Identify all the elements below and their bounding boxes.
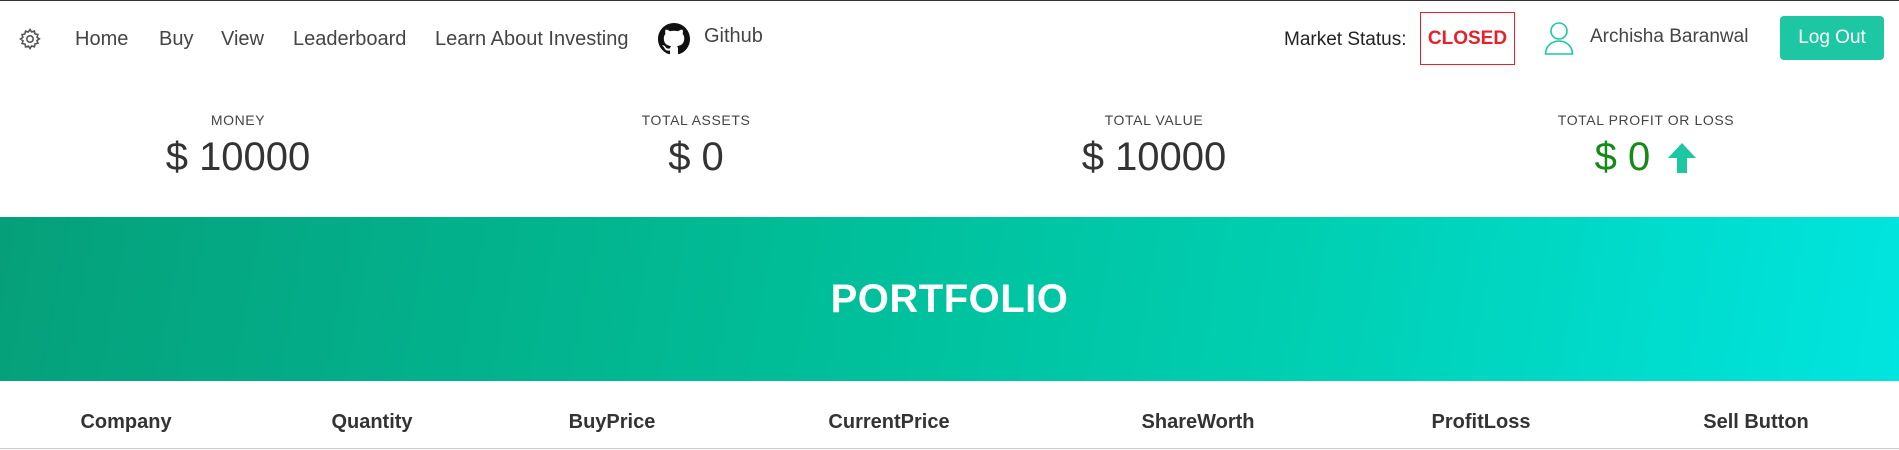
column-header-share-worth: ShareWorth (1141, 411, 1255, 433)
nav-link-home[interactable]: Home (75, 27, 128, 51)
column-header-sell-button: Sell Button (1703, 411, 1809, 433)
market-status-label: Market Status: (1284, 29, 1407, 50)
nav-link-github[interactable]: Github (704, 24, 763, 48)
stat-total-assets: TOTAL ASSETS $ 0 (566, 111, 826, 181)
user-name: Archisha Baranwal (1590, 26, 1749, 47)
arrow-up-icon (1667, 137, 1697, 185)
nav-link-leaderboard[interactable]: Leaderboard (293, 27, 406, 51)
stat-total-value: TOTAL VALUE $ 10000 (1024, 111, 1284, 181)
gear-icon[interactable] (18, 27, 42, 51)
portfolio-banner: PORTFOLIO (0, 217, 1899, 381)
nav-link-view[interactable]: View (221, 27, 264, 51)
user-icon (1544, 21, 1574, 55)
navbar: Home Buy View Leaderboard Learn About In… (0, 1, 1899, 77)
stat-value: $ 10000 (165, 135, 311, 179)
column-header-current-price: CurrentPrice (828, 411, 950, 433)
stat-value: $ 10000 (1081, 135, 1227, 179)
stat-label: TOTAL PROFIT OR LOSS (1557, 112, 1735, 128)
portfolio-table-header: Company Quantity BuyPrice CurrentPrice S… (0, 381, 1899, 449)
stat-label: TOTAL ASSETS (641, 112, 751, 128)
stat-value-wrapper: $ 0 (1516, 133, 1776, 185)
column-header-quantity: Quantity (331, 411, 413, 433)
column-header-company: Company (80, 411, 172, 433)
nav-link-learn-investing[interactable]: Learn About Investing (435, 27, 628, 51)
column-header-buy-price: BuyPrice (568, 411, 656, 433)
market-status-badge: CLOSED (1420, 12, 1515, 65)
stat-value: $ 0 (668, 135, 724, 179)
stat-label: TOTAL VALUE (1104, 112, 1204, 128)
stat-money: MONEY $ 10000 (108, 111, 368, 181)
column-header-profit-loss: ProfitLoss (1431, 411, 1531, 433)
stat-label: MONEY (210, 112, 266, 128)
stat-value: $ 0 (1594, 135, 1651, 179)
nav-link-buy[interactable]: Buy (159, 27, 193, 51)
logout-button[interactable]: Log Out (1780, 16, 1884, 60)
stat-total-profit-loss: TOTAL PROFIT OR LOSS $ 0 (1516, 111, 1776, 185)
page-title: PORTFOLIO (830, 276, 1069, 321)
github-icon[interactable] (658, 23, 690, 55)
